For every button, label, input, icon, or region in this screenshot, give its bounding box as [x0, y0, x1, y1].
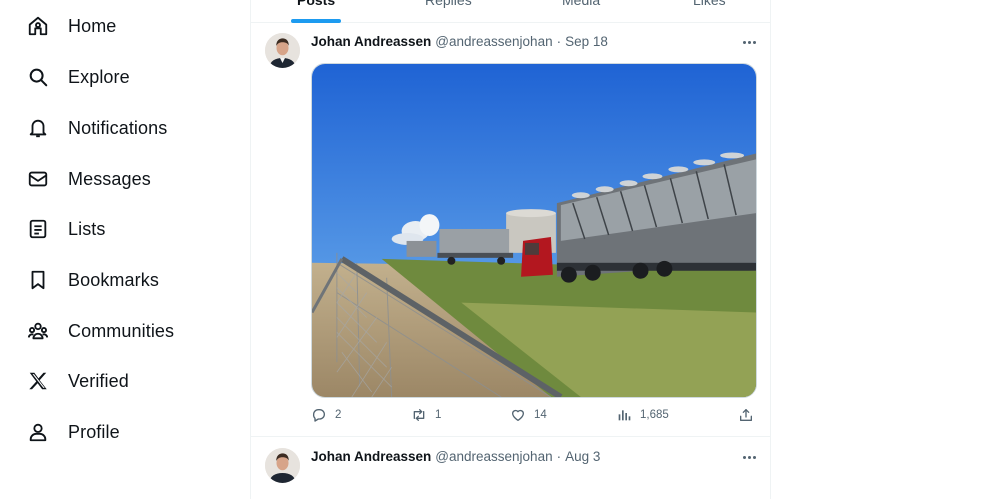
bookmark-icon	[16, 258, 60, 302]
dot-icon	[742, 40, 746, 44]
envelope-icon	[16, 157, 60, 201]
more-options-button[interactable]	[738, 34, 760, 50]
nav-item-communities[interactable]: Communities	[16, 309, 174, 353]
nav-item-lists[interactable]: Lists	[16, 207, 106, 251]
author-handle[interactable]: @andreassenjohan	[435, 34, 552, 49]
nav-item-profile[interactable]: Profile	[16, 410, 120, 454]
tab-posts[interactable]: Posts	[297, 0, 335, 8]
dot-icon	[747, 455, 751, 459]
like-count: 14	[534, 409, 547, 421]
avatar[interactable]	[265, 33, 300, 68]
profile-feed: Posts Replies Media Likes Johan Andreass…	[250, 0, 771, 499]
list-icon	[16, 207, 60, 251]
post-header: Johan Andreassen @andreassenjohan · Sep …	[311, 34, 608, 49]
nav-label-bookmarks: Bookmarks	[68, 269, 159, 290]
post-header: Johan Andreassen @andreassenjohan · Aug …	[311, 449, 600, 464]
tab-likes[interactable]: Likes	[693, 0, 726, 8]
x-logo-icon	[16, 359, 60, 403]
post-date[interactable]: Sep 18	[565, 34, 608, 49]
home-icon	[16, 4, 60, 48]
bell-icon	[16, 106, 60, 150]
dot-icon	[742, 455, 746, 459]
tab-media[interactable]: Media	[562, 0, 600, 8]
dot-icon	[752, 455, 756, 459]
nav-label-profile: Profile	[68, 421, 120, 442]
share-button[interactable]	[738, 407, 754, 423]
repost-icon	[413, 409, 425, 421]
heart-icon	[511, 409, 524, 421]
post-actions: 2 1 14 1,685	[251, 407, 770, 429]
repost-count: 1	[435, 409, 442, 421]
separator-dot: ·	[556, 449, 562, 464]
avatar[interactable]	[265, 448, 300, 483]
nav-label-messages: Messages	[68, 168, 151, 189]
views-button[interactable]: 1,685	[616, 407, 669, 423]
like-button[interactable]: 14	[510, 407, 547, 423]
nav-item-messages[interactable]: Messages	[16, 157, 151, 201]
author-name[interactable]: Johan Andreassen	[311, 34, 431, 49]
communities-icon	[16, 309, 60, 353]
post-date[interactable]: Aug 3	[565, 449, 600, 464]
sidebar-nav: Home Explore Notifications Messages List…	[0, 0, 250, 499]
photo-trucks-hauling-chillers	[312, 64, 756, 397]
active-tab-indicator	[291, 19, 341, 23]
more-options-button[interactable]	[738, 449, 760, 465]
separator-dot: ·	[556, 34, 562, 49]
nav-label-verified: Verified	[68, 370, 129, 391]
profile-tabs: Posts Replies Media Likes	[251, 0, 770, 23]
search-icon	[16, 55, 60, 99]
post-image[interactable]	[311, 63, 757, 398]
nav-item-home[interactable]: Home	[16, 4, 116, 48]
nav-item-bookmarks[interactable]: Bookmarks	[16, 258, 159, 302]
nav-item-notifications[interactable]: Notifications	[16, 106, 167, 150]
nav-label-home: Home	[68, 15, 117, 36]
nav-label-communities: Communities	[68, 320, 175, 341]
reply-icon	[312, 409, 325, 422]
nav-label-lists: Lists	[68, 218, 106, 239]
nav-label-notifications: Notifications	[68, 117, 168, 138]
dot-icon	[747, 40, 751, 44]
post-divider	[251, 436, 770, 437]
author-handle[interactable]: @andreassenjohan	[435, 449, 552, 464]
views-count: 1,685	[640, 409, 669, 421]
author-name[interactable]: Johan Andreassen	[311, 449, 431, 464]
nav-item-verified[interactable]: Verified	[16, 359, 129, 403]
nav-label-explore: Explore	[68, 66, 130, 87]
nav-item-explore[interactable]: Explore	[16, 55, 130, 99]
analytics-icon	[618, 410, 631, 421]
dot-icon	[752, 40, 756, 44]
reply-button[interactable]: 2	[311, 407, 341, 423]
repost-button[interactable]: 1	[411, 407, 441, 423]
person-icon	[16, 410, 60, 454]
tab-replies[interactable]: Replies	[425, 0, 472, 8]
reply-count: 2	[335, 409, 342, 421]
share-icon	[740, 409, 752, 421]
